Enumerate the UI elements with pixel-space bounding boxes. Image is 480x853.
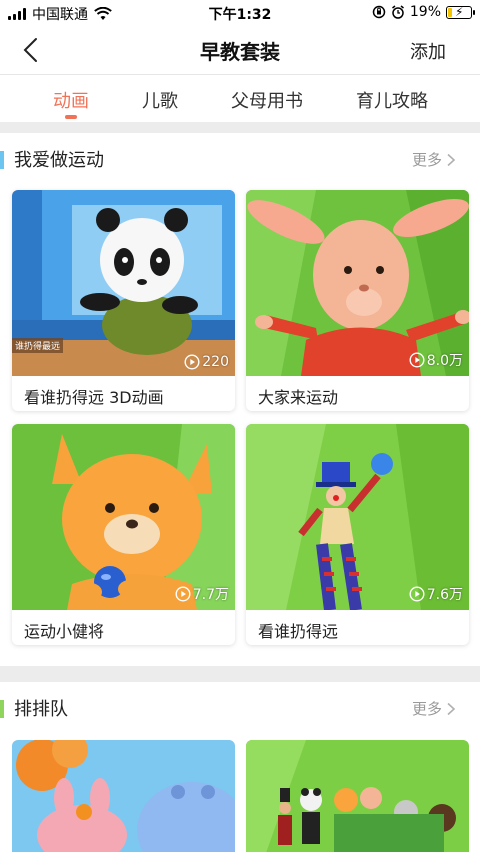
video-card[interactable]: 7.7万 运动小健将 bbox=[12, 424, 235, 645]
play-count: 7.6万 bbox=[409, 584, 463, 604]
video-card[interactable]: 谁扔得最远 220 看谁扔得远 3D动画 bbox=[12, 190, 235, 411]
play-count-value: 7.7万 bbox=[192, 587, 229, 603]
play-icon bbox=[409, 352, 425, 368]
play-count: 220 bbox=[184, 354, 229, 370]
tab-parent-books[interactable]: 父母用书 bbox=[231, 87, 303, 113]
video-card[interactable]: 7.6万 看谁扔得远 bbox=[246, 424, 469, 645]
active-tab-indicator bbox=[65, 115, 77, 119]
video-thumbnail: 谁扔得最远 220 bbox=[12, 190, 235, 376]
section-line-up: 排排队 更多 bbox=[0, 682, 480, 853]
play-count: 7.7万 bbox=[175, 584, 229, 604]
more-link[interactable]: 更多 bbox=[412, 698, 456, 719]
section-exercise: 我爱做运动 更多 谁扔得最远 220 看谁扔得远 3D动画 8.0万 大家来运动… bbox=[0, 133, 480, 666]
card-title: 运动小健将 bbox=[24, 622, 105, 641]
play-count: 8.0万 bbox=[409, 350, 463, 370]
more-link[interactable]: 更多 bbox=[412, 149, 456, 170]
play-count-value: 220 bbox=[202, 354, 229, 370]
tab-bar: 动画 儿歌 父母用书 育儿攻略 bbox=[0, 74, 480, 122]
video-thumbnail[interactable] bbox=[246, 740, 469, 852]
play-count-value: 8.0万 bbox=[426, 353, 463, 369]
chevron-left-icon bbox=[23, 38, 37, 62]
page-title: 早教套装 bbox=[200, 40, 280, 64]
card-title: 看谁扔得远 3D动画 bbox=[24, 388, 164, 407]
orientation-lock-icon bbox=[372, 5, 386, 19]
section-title: 排排队 bbox=[14, 699, 68, 720]
play-count-value: 7.6万 bbox=[426, 587, 463, 603]
add-button[interactable]: 添加 bbox=[410, 38, 446, 64]
play-icon bbox=[409, 586, 425, 602]
video-thumbnail[interactable] bbox=[12, 740, 235, 852]
more-label: 更多 bbox=[411, 151, 442, 169]
navigation-bar: 早教套装 添加 bbox=[0, 26, 480, 74]
cellular-signal-icon bbox=[8, 8, 26, 20]
status-bar: 中国联通 下午1:32 19% ⚡ bbox=[0, 0, 480, 26]
alarm-icon bbox=[391, 5, 404, 19]
carrier-label: 中国联通 bbox=[32, 7, 88, 23]
video-thumbnail: 8.0万 bbox=[246, 190, 469, 376]
wifi-icon bbox=[94, 7, 112, 20]
video-thumbnail: 7.7万 bbox=[12, 424, 235, 610]
section-accent-bar bbox=[0, 700, 4, 718]
battery-icon: ⚡ bbox=[446, 4, 475, 19]
section-accent-bar bbox=[0, 151, 4, 169]
video-card[interactable]: 8.0万 大家来运动 bbox=[246, 190, 469, 411]
play-icon bbox=[175, 586, 191, 602]
thumbnail-caption: 谁扔得最远 bbox=[12, 338, 64, 353]
back-button[interactable] bbox=[16, 34, 48, 66]
card-title: 看谁扔得远 bbox=[258, 622, 339, 641]
more-label: 更多 bbox=[411, 700, 442, 718]
section-title: 我爱做运动 bbox=[14, 150, 104, 171]
tab-animation[interactable]: 动画 bbox=[53, 87, 89, 113]
tab-songs[interactable]: 儿歌 bbox=[142, 87, 178, 113]
card-title: 大家来运动 bbox=[258, 388, 339, 407]
charging-bolt-icon: ⚡ bbox=[455, 4, 464, 19]
tab-parenting-guides[interactable]: 育儿攻略 bbox=[356, 87, 428, 113]
battery-percent: 19% bbox=[409, 4, 441, 20]
video-thumbnail: 7.6万 bbox=[246, 424, 469, 610]
chevron-right-icon bbox=[447, 702, 456, 715]
chevron-right-icon bbox=[447, 153, 456, 166]
play-icon bbox=[184, 354, 200, 370]
